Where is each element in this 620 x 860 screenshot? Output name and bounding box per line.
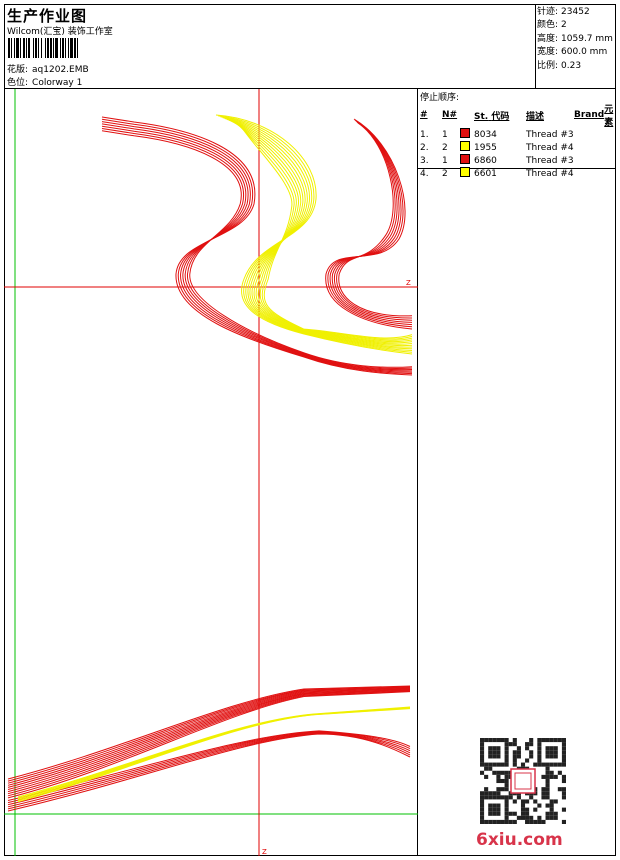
design-canvas: Z Z bbox=[4, 89, 418, 856]
thread-table: # N# St. 代码 描述 Brand 元素 1. 1 8034 Thread… bbox=[418, 102, 616, 180]
info-label: 针迹: bbox=[537, 7, 559, 17]
embroidery-drawing: Z Z bbox=[4, 89, 418, 856]
stop-sequence-legend: 停止顺序: # N# St. 代码 描述 Brand 元素 1. 1 8034 … bbox=[418, 89, 616, 179]
axis-label-bottom: Z bbox=[262, 848, 267, 856]
col-num: # bbox=[420, 110, 428, 120]
bottom-red-band bbox=[7, 685, 411, 812]
table-row: 1. 1 8034 Thread #3 bbox=[418, 128, 616, 141]
info-label: 宽度: bbox=[537, 47, 559, 58]
color-swatch bbox=[460, 167, 470, 177]
thread-table-header: # N# St. 代码 描述 Brand 元素 bbox=[418, 102, 616, 128]
table-row: 2. 2 1955 Thread #4 bbox=[418, 141, 616, 154]
col-swatch bbox=[460, 102, 474, 128]
row-code: 6601 bbox=[474, 168, 497, 179]
table-row: 4. 2 6601 Thread #4 bbox=[418, 167, 616, 180]
row-swatch bbox=[460, 154, 474, 167]
design-file: 花版: aq1202.EMB bbox=[7, 62, 89, 75]
row-n: 2 bbox=[442, 168, 448, 179]
qr-code bbox=[480, 738, 566, 824]
info-divider bbox=[535, 4, 536, 88]
info-colors: 颜色: 2 bbox=[537, 19, 613, 32]
row-code: 1955 bbox=[474, 142, 497, 153]
row-n: 2 bbox=[442, 142, 448, 153]
design-info: 针迹: 23452 颜色: 2 高度: 1059.7 mm 宽度: 600.0 mm 比… bbox=[537, 6, 613, 73]
color-swatch bbox=[460, 128, 470, 138]
row-num: 3. bbox=[420, 155, 429, 166]
info-value: 600.0 mm bbox=[561, 47, 608, 58]
row-desc: Thread #4 bbox=[526, 168, 574, 179]
row-desc: Thread #3 bbox=[526, 155, 574, 166]
color-swatch bbox=[460, 141, 470, 151]
row-code: 8034 bbox=[474, 129, 497, 140]
info-scale: 比例: 0.23 bbox=[537, 60, 613, 73]
info-value: 1059.7 mm bbox=[561, 33, 613, 44]
row-n: 1 bbox=[442, 129, 448, 140]
info-value: 0.23 bbox=[561, 60, 582, 71]
colorway: 色位: Colorway 1 bbox=[7, 75, 82, 88]
info-height: 高度: 1059.7 mm bbox=[537, 33, 613, 46]
design-file-value: aq1202.EMB bbox=[32, 65, 89, 75]
watermark-text: 6xiu.com bbox=[476, 830, 563, 850]
barcode bbox=[8, 38, 78, 58]
company-name: Wilcom(汇宝) 装饰工作室 bbox=[7, 27, 113, 37]
colorway-label: 色位: bbox=[7, 78, 29, 88]
row-num: 2. bbox=[420, 142, 429, 153]
row-n: 1 bbox=[442, 155, 448, 166]
col-code: 代码 bbox=[491, 111, 510, 122]
design-file-label: 花版: bbox=[7, 65, 29, 75]
page-title: 生产作业图 bbox=[7, 7, 88, 25]
colorway-value: Colorway 1 bbox=[32, 78, 83, 88]
info-label: 高度: bbox=[537, 33, 559, 44]
info-value: 23452 bbox=[561, 7, 590, 17]
row-code: 6860 bbox=[474, 155, 497, 166]
col-brand: Brand bbox=[574, 110, 605, 120]
col-elements: 元素 bbox=[604, 105, 614, 128]
col-st-code: St. 代码 bbox=[474, 102, 526, 128]
info-label: 比例: bbox=[537, 60, 559, 71]
row-swatch bbox=[460, 167, 474, 180]
col-n: N# bbox=[442, 110, 458, 120]
info-value: 2 bbox=[561, 20, 567, 31]
col-desc: 描述 bbox=[526, 111, 545, 122]
row-desc: Thread #4 bbox=[526, 142, 574, 153]
info-label: 颜色: bbox=[537, 20, 559, 31]
row-swatch bbox=[460, 141, 474, 154]
color-swatch bbox=[460, 154, 470, 164]
row-num: 1. bbox=[420, 129, 429, 140]
axis-label-right: Z bbox=[406, 279, 411, 287]
row-num: 4. bbox=[420, 168, 429, 179]
row-swatch bbox=[460, 128, 474, 141]
row-desc: Thread #3 bbox=[526, 129, 574, 140]
info-stitches: 针迹: 23452 bbox=[537, 6, 613, 19]
info-width: 宽度: 600.0 mm bbox=[537, 46, 613, 59]
table-row: 3. 1 6860 Thread #3 bbox=[418, 154, 616, 167]
red-hook-right-shape bbox=[325, 118, 413, 330]
col-st: St. bbox=[474, 111, 489, 122]
